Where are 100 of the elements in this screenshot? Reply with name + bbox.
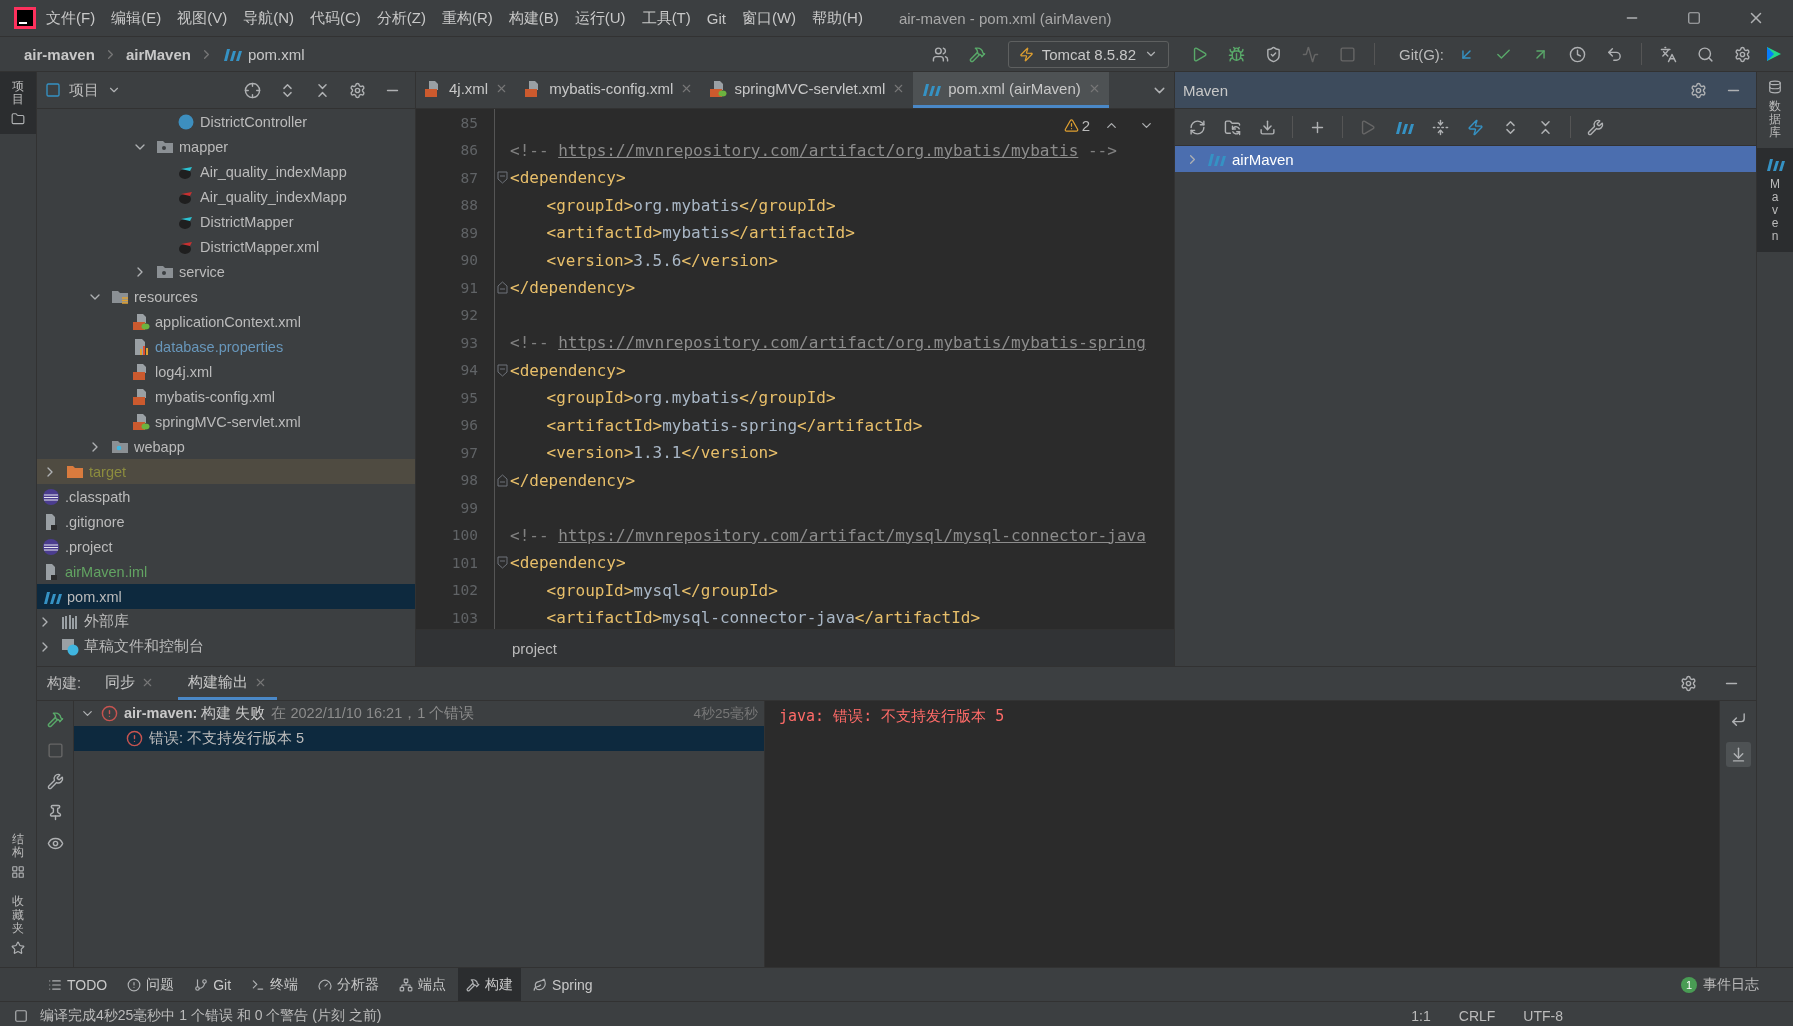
fold-marker-icon[interactable] — [497, 171, 508, 185]
menu-item[interactable]: 重构(R) — [435, 4, 499, 32]
tree-item[interactable]: DistrictMapper.xml — [37, 234, 415, 259]
tree-item[interactable]: airMaven — [1175, 146, 1756, 172]
refresh-icon[interactable] — [1189, 118, 1206, 136]
menu-item[interactable]: 构建(B) — [502, 4, 565, 32]
eye-icon[interactable] — [46, 835, 64, 852]
tree-item[interactable]: .gitignore — [37, 509, 415, 534]
tree-item[interactable]: webapp — [37, 434, 415, 459]
menu-item[interactable]: 帮助(H) — [806, 4, 869, 32]
wrap-icon[interactable] — [1729, 711, 1747, 728]
grid-icon[interactable] — [11, 865, 25, 880]
tool-window-tab[interactable]: 终端 — [243, 968, 307, 1001]
star-icon[interactable] — [11, 941, 25, 955]
tree-item[interactable]: applicationContext.xml — [37, 309, 415, 334]
panel-tab[interactable]: 构建输出 — [178, 667, 278, 700]
settings-icon[interactable] — [1734, 45, 1751, 63]
tree-item[interactable]: database.properties — [37, 334, 415, 359]
menu-item[interactable]: 代码(C) — [304, 4, 367, 32]
tree-item[interactable]: .project — [37, 534, 415, 559]
tree-item[interactable]: 草稿文件和控制台 — [37, 634, 415, 659]
terminal-icon[interactable] — [251, 977, 266, 992]
tool-window-button[interactable]: Maven — [1757, 147, 1793, 252]
fold-marker-icon[interactable] — [497, 556, 508, 570]
warning-count[interactable]: 2 — [1063, 117, 1090, 134]
hammer-icon[interactable] — [466, 977, 481, 992]
tree-item[interactable]: DistrictController — [37, 109, 415, 134]
settings-icon[interactable] — [1680, 675, 1697, 692]
plugin-logo-icon[interactable] — [1765, 45, 1783, 63]
menu-item[interactable]: 导航(N) — [237, 4, 300, 32]
menu-item[interactable]: 分析(Z) — [370, 4, 432, 32]
tool-window-tab[interactable]: Git — [186, 968, 240, 1001]
tool-window-tab[interactable]: Spring — [525, 968, 601, 1001]
tool-window-tab[interactable]: 端点 — [391, 968, 455, 1001]
project-view-dropdown[interactable]: 项目 — [45, 80, 121, 100]
database-icon[interactable] — [1768, 80, 1782, 94]
editor-tab[interactable]: 4j.xml — [416, 72, 517, 108]
tree-item[interactable]: log4j.xml — [37, 359, 415, 384]
tree-item[interactable]: 外部库 — [37, 609, 415, 634]
menu-item[interactable]: Git — [700, 5, 732, 31]
tool-window-button[interactable]: 收藏夹 — [0, 887, 36, 963]
menu-item[interactable]: 工具(T) — [635, 4, 697, 32]
crosshair-icon[interactable] — [244, 81, 261, 99]
tool-window-tab[interactable]: TODO — [40, 968, 116, 1001]
settings-icon[interactable] — [349, 81, 366, 99]
hammer-icon[interactable] — [46, 711, 64, 728]
download-icon[interactable] — [1259, 118, 1276, 136]
editor-tab[interactable]: springMVC-servlet.xml — [701, 72, 914, 108]
alert-icon[interactable] — [127, 977, 142, 992]
event-log-button[interactable]: 1 事件日志 — [1681, 975, 1759, 994]
gauge-icon[interactable] — [318, 977, 333, 992]
tree-item[interactable]: pom.xml — [37, 584, 415, 609]
app-logo-icon[interactable] — [14, 7, 36, 29]
status-item[interactable]: 1:1 — [1403, 1008, 1439, 1024]
menu-item[interactable]: 窗口(W) — [735, 4, 803, 32]
breadcrumb-item[interactable]: air-maven — [24, 45, 95, 63]
tool-window-button[interactable]: 结构 — [0, 825, 36, 888]
editor-tab[interactable]: pom.xml (airMaven) — [913, 72, 1109, 108]
link[interactable]: https://mvnrepository.com/artifact/org.mybatis/mybatis-spring — [558, 333, 1146, 353]
status-item[interactable]: UTF-8 — [1515, 1008, 1571, 1024]
panel-tab[interactable]: 同步 — [95, 667, 165, 700]
tool-window-button[interactable]: 数据库 — [1757, 72, 1793, 148]
wrench-icon[interactable] — [46, 773, 64, 790]
tree-item[interactable]: service — [37, 259, 415, 284]
settings-icon[interactable] — [1690, 81, 1707, 99]
tree-item[interactable]: .classpath — [37, 484, 415, 509]
tree-item[interactable]: mybatis-config.xml — [37, 384, 415, 409]
build-tree-item[interactable]: air-maven: 构建 失败 在 2022/11/10 16:21，1 个错误 4秒25毫秒 — [74, 701, 764, 726]
link[interactable]: https://mvnrepository.com/artifact/mysql/mysql-connector-java — [558, 525, 1146, 545]
menu-item[interactable]: 文件(F) — [40, 4, 102, 32]
tree-item[interactable]: springMVC-servlet.xml — [37, 409, 415, 434]
fold-marker-icon[interactable] — [497, 281, 508, 295]
link[interactable]: https://mvnrepository.com/artifact/org.mybatis/mybatis — [558, 140, 1079, 160]
folder-icon[interactable] — [11, 112, 25, 127]
run-config-dropdown[interactable]: Tomcat 8.5.82 — [1007, 40, 1169, 68]
menu-item[interactable]: 运行(U) — [568, 4, 632, 32]
fold-marker-icon[interactable] — [497, 473, 508, 487]
git-branch-icon[interactable] — [194, 977, 209, 992]
search-icon[interactable] — [1697, 45, 1714, 63]
list-icon[interactable] — [48, 977, 62, 992]
editor-tab[interactable]: mybatis-config.xml — [516, 72, 702, 108]
panel-toggle-icon[interactable] — [14, 1009, 28, 1023]
wrench-icon[interactable] — [1587, 118, 1604, 136]
leaf-icon[interactable] — [533, 977, 548, 992]
breadcrumb-item[interactable]: project — [512, 639, 558, 657]
shield-icon[interactable] — [1265, 45, 1282, 63]
fold-marker-icon[interactable] — [497, 363, 508, 377]
hammer-icon[interactable] — [968, 45, 986, 63]
folder-sync-icon[interactable] — [1224, 118, 1241, 136]
build-tree-item[interactable]: 错误: 不支持发行版本 5 — [74, 726, 764, 751]
breadcrumb-item[interactable]: pom.xml — [221, 45, 305, 63]
tree-item[interactable]: Air_quality_indexMapp — [37, 159, 415, 184]
menu-item[interactable]: 编辑(E) — [105, 4, 168, 32]
maven-icon[interactable] — [1394, 119, 1414, 135]
tree-item[interactable]: Air_quality_indexMapp — [37, 184, 415, 209]
clock-icon[interactable] — [1569, 45, 1586, 63]
tree-item[interactable]: DistrictMapper — [37, 209, 415, 234]
tool-window-button[interactable]: 项目 — [0, 72, 36, 135]
breadcrumb-item[interactable]: airMaven — [125, 45, 191, 63]
warning-icon[interactable] — [1063, 118, 1079, 133]
